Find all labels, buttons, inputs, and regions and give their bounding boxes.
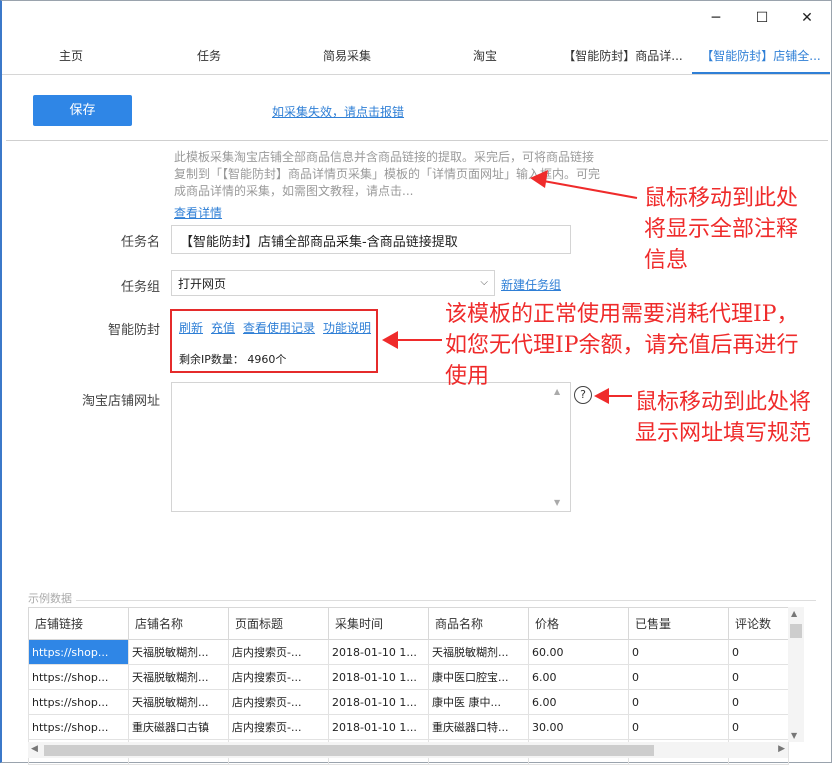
table-cell[interactable]: 重庆磁器口特... (428, 714, 529, 740)
table-cell[interactable]: 60.00 (528, 639, 629, 665)
table-cell[interactable]: 6.00 (528, 689, 629, 715)
table-cell[interactable]: 0 (628, 689, 729, 715)
table-cell[interactable]: 0 (628, 664, 729, 690)
table-cell[interactable]: 康中医口腔宝... (428, 664, 529, 690)
table-cell[interactable]: 天福脱敏糊剂... (128, 664, 229, 690)
scroll-left-icon[interactable]: ◀ (31, 744, 38, 754)
table-cell[interactable]: 0 (728, 664, 789, 690)
vertical-scroll-thumb[interactable] (790, 624, 802, 638)
column-header[interactable]: 商品名称 (428, 607, 529, 640)
scroll-up-icon[interactable]: ▲ (791, 609, 797, 618)
column-header[interactable]: 店铺链接 (28, 607, 129, 640)
sample-title: 示例数据 (28, 590, 76, 606)
table-row[interactable]: https://shop... 天福脱敏糊剂... 店内搜索页-... 2018-01… (28, 639, 789, 665)
arrow-icon (530, 170, 638, 199)
table-cell[interactable]: 0 (628, 639, 729, 665)
table-row[interactable]: https://shop... 天福脱敏糊剂... 店内搜索页-... 2018-01… (28, 689, 789, 715)
table-cell[interactable]: https://shop... (28, 689, 129, 715)
column-header[interactable]: 已售量 (628, 607, 729, 640)
scroll-down-icon[interactable]: ▼ (791, 731, 797, 740)
note-hint-annotation: 鼠标移动到此处 将显示全部注释 信息 (644, 186, 799, 273)
table-cell[interactable]: https://shop... (28, 714, 129, 740)
url-hint-annotation: 鼠标移动到此处将 显示网址填写规范 (635, 390, 812, 446)
table-cell[interactable]: 店内搜索页-... (228, 689, 329, 715)
column-header[interactable]: 评论数 (728, 607, 789, 640)
ip-hint-annotation: 该模板的正常使用需要消耗代理IP， 如您无代理IP余额，请充值后再进行 使用 (445, 302, 799, 389)
table-cell[interactable]: 0 (728, 639, 789, 665)
scroll-right-icon[interactable]: ▶ (778, 744, 785, 754)
table-cell[interactable]: 0 (728, 714, 789, 740)
table-cell[interactable]: 天福脱敏糊剂... (128, 639, 229, 665)
table-cell[interactable]: 2018-01-10 1... (328, 714, 429, 740)
table-cell[interactable]: 0 (628, 714, 729, 740)
table-cell[interactable]: 店内搜索页-... (228, 664, 329, 690)
table-row[interactable]: https://shop... 天福脱敏糊剂... 店内搜索页-... 2018-01… (28, 664, 789, 690)
table-cell[interactable]: 天福脱敏糊剂... (128, 689, 229, 715)
column-header[interactable]: 页面标题 (228, 607, 329, 640)
arrow-icon (382, 331, 442, 349)
table-cell[interactable]: 康中医 康中... (428, 689, 529, 715)
table-cell[interactable]: 2018-01-10 1... (328, 664, 429, 690)
column-header[interactable]: 店铺名称 (128, 607, 229, 640)
table-cell[interactable]: https://shop... (28, 664, 129, 690)
table-cell[interactable]: 店内搜索页-... (228, 714, 329, 740)
horizontal-scroll-thumb[interactable] (44, 745, 654, 756)
sample-divider (28, 600, 816, 601)
table-cell[interactable]: 天福脱敏糊剂... (428, 639, 529, 665)
table-cell[interactable]: 2018-01-10 1... (328, 639, 429, 665)
table-cell[interactable]: 30.00 (528, 714, 629, 740)
table-header-row: 店铺链接 店铺名称 页面标题 采集时间 商品名称 价格 已售量 评论数 (28, 607, 789, 640)
column-header[interactable]: 采集时间 (328, 607, 429, 640)
table-cell[interactable]: 重庆磁器口古镇 (128, 714, 229, 740)
table-cell[interactable]: https://shop... (28, 639, 129, 665)
table-cell[interactable]: 2018-01-10 1... (328, 689, 429, 715)
table-cell[interactable]: 店内搜索页-... (228, 639, 329, 665)
table-row[interactable]: https://shop... 重庆磁器口古镇 店内搜索页-... 2018-01-1… (28, 714, 789, 740)
table-cell[interactable]: 0 (728, 689, 789, 715)
table-cell[interactable]: 6.00 (528, 664, 629, 690)
column-header[interactable]: 价格 (528, 607, 629, 640)
